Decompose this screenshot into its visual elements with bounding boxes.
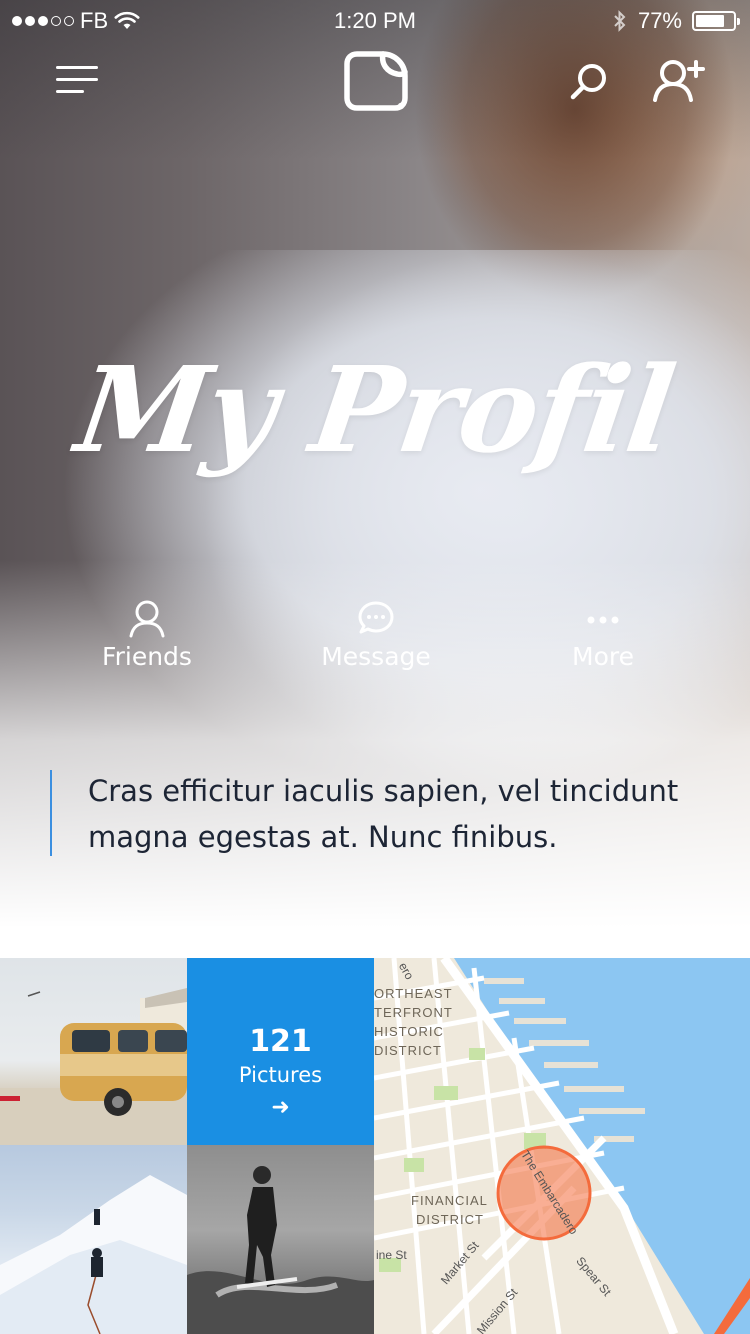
van-photo — [0, 988, 187, 1145]
quote-bar — [50, 770, 52, 856]
more-dots-icon — [587, 616, 619, 624]
bio-text: Cras efficitur iaculis sapien, vel tinci… — [88, 774, 679, 854]
more-label: More — [572, 642, 634, 671]
map-label-waterfront: TERFRONT — [374, 1005, 453, 1020]
status-right: 77% — [612, 8, 740, 34]
add-user-icon[interactable] — [650, 58, 708, 104]
map-label-historic: HISTORIC — [374, 1024, 444, 1039]
photo-van-tile[interactable] — [0, 958, 187, 1145]
photo-surf-tile[interactable] — [187, 1145, 374, 1334]
chat-bubble-logo-icon[interactable] — [343, 50, 409, 112]
pictures-label: Pictures — [238, 1063, 323, 1087]
arrow-right-icon: ➜ — [271, 1095, 290, 1120]
map-label-northeast: ORTHEAST — [374, 986, 453, 1001]
photo-snow-tile[interactable] — [0, 1145, 187, 1334]
pictures-count: 121 — [249, 1024, 312, 1059]
snow-photo — [0, 1175, 187, 1334]
battery-icon — [692, 11, 740, 31]
map-label-district: DISTRICT — [374, 1043, 442, 1058]
pictures-count-tile[interactable]: 121 Pictures ➜ — [187, 958, 374, 1145]
hamburger-menu-icon — [56, 66, 98, 69]
map-label-financial: FINANCIAL — [411, 1193, 488, 1208]
friends-label: Friends — [102, 642, 192, 671]
menu-button[interactable] — [56, 66, 98, 94]
bluetooth-icon — [614, 10, 626, 32]
map-street-pine: ine St — [376, 1248, 407, 1262]
chat-icon — [358, 601, 394, 634]
location-map-tile[interactable]: ORTHEAST TERFRONT HISTORIC DISTRICT FINA… — [374, 958, 750, 1334]
message-label: Message — [321, 642, 431, 671]
profile-actions: Friends Message More — [0, 598, 750, 688]
message-button[interactable]: Message — [276, 598, 476, 671]
page-title: My Profil — [69, 340, 681, 479]
battery-percent: 77% — [637, 8, 682, 33]
bio-quote: Cras efficitur iaculis sapien, vel tinci… — [50, 770, 690, 856]
media-grid: 121 Pictures ➜ ORTHEAST TERFRONT HISTORI… — [0, 958, 750, 1334]
person-icon — [129, 600, 165, 638]
map-label-financial-district: DISTRICT — [416, 1212, 484, 1227]
friends-button[interactable]: Friends — [47, 598, 247, 671]
more-button[interactable]: More — [503, 598, 703, 671]
surf-photo — [187, 1166, 374, 1334]
search-icon[interactable] — [566, 60, 610, 104]
status-bar: FB 1:20 PM 77% — [0, 0, 750, 40]
